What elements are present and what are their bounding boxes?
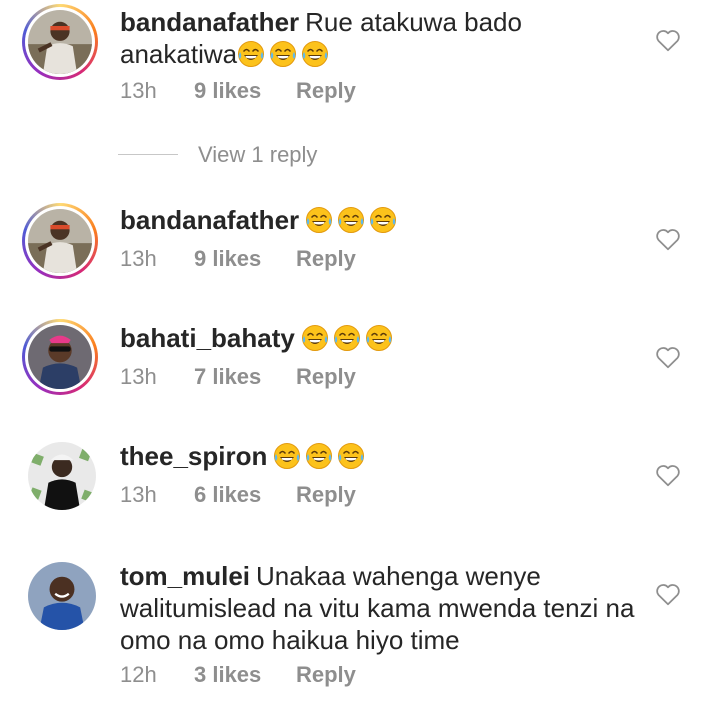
face-with-tears-of-joy-icon [333, 325, 360, 351]
reply-button[interactable]: Reply [296, 76, 356, 106]
view-replies-label[interactable]: View 1 reply [198, 140, 317, 170]
face-with-tears-of-joy-icon [274, 443, 301, 469]
comment-likes[interactable]: 6 likes [194, 480, 261, 510]
heart-outline-icon[interactable] [655, 345, 681, 369]
comment-text: bahati_bahaty [120, 322, 640, 354]
heart-outline-icon[interactable] [655, 227, 681, 251]
reply-button[interactable]: Reply [296, 660, 356, 690]
comment-time: 13h [120, 482, 157, 507]
heart-outline-icon[interactable] [655, 28, 681, 52]
heart-outline-icon[interactable] [655, 463, 681, 487]
comment-likes[interactable]: 9 likes [194, 244, 261, 274]
avatar[interactable] [22, 203, 98, 279]
face-with-tears-of-joy-icon [306, 443, 333, 469]
avatar-bandanafather-icon [28, 209, 92, 273]
comment-time: 12h [120, 662, 157, 687]
comment-likes[interactable]: 3 likes [194, 660, 261, 690]
face-with-tears-of-joy-icon [270, 41, 297, 67]
comment-username[interactable]: thee_spiron [120, 441, 267, 471]
heart-outline-icon[interactable] [655, 582, 681, 606]
comment-text: bandanafather [120, 204, 640, 236]
comment-text: bandanafather Rue atakuwa bado anakatiwa [120, 6, 640, 70]
emoji-group [237, 39, 333, 69]
face-with-tears-of-joy-icon [338, 443, 365, 469]
comment-time: 13h [120, 364, 157, 389]
comment-username[interactable]: bandanafather [120, 205, 299, 235]
reply-button[interactable]: Reply [296, 362, 356, 392]
comment-time: 13h [120, 78, 157, 103]
divider [118, 154, 178, 155]
comment-username[interactable]: bandanafather [120, 7, 299, 37]
avatar-bahati-icon [28, 325, 92, 389]
comment-likes[interactable]: 7 likes [194, 362, 261, 392]
comment-text: tom_mulei Unakaa wahenga wenye walitumisl… [120, 560, 640, 656]
avatar[interactable] [22, 319, 98, 395]
avatar[interactable] [28, 442, 96, 510]
comment-username[interactable]: tom_mulei [120, 561, 250, 591]
face-with-tears-of-joy-icon [365, 325, 392, 351]
face-with-tears-of-joy-icon [238, 41, 265, 67]
emoji-group [305, 205, 401, 235]
comment-likes[interactable]: 9 likes [194, 76, 261, 106]
avatar-bandanafather-icon [28, 10, 92, 74]
avatar[interactable] [22, 4, 98, 80]
comment-time: 13h [120, 246, 157, 271]
face-with-tears-of-joy-icon [302, 41, 329, 67]
reply-button[interactable]: Reply [296, 480, 356, 510]
avatar[interactable] [28, 562, 96, 630]
emoji-group [273, 441, 369, 471]
comment-username[interactable]: bahati_bahaty [120, 323, 295, 353]
avatar-spiron-icon [28, 442, 96, 510]
comment-text: thee_spiron [120, 440, 640, 472]
reply-button[interactable]: Reply [296, 244, 356, 274]
avatar-tom-icon [28, 562, 96, 630]
face-with-tears-of-joy-icon [370, 207, 397, 233]
face-with-tears-of-joy-icon [338, 207, 365, 233]
emoji-group [301, 323, 397, 353]
face-with-tears-of-joy-icon [306, 207, 333, 233]
face-with-tears-of-joy-icon [301, 325, 328, 351]
